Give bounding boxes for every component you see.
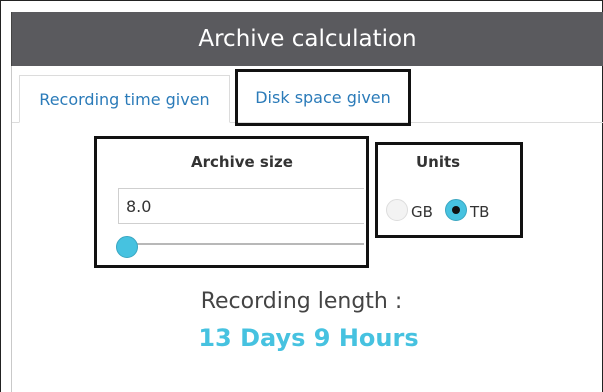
archive-size-slider-track[interactable] — [122, 243, 364, 245]
archive-size-input[interactable] — [118, 188, 364, 224]
recording-length-label: Recording length : — [200, 289, 403, 314]
unit-gb-label[interactable]: GB — [411, 203, 433, 221]
tab-disk-space-given[interactable]: Disk space given — [235, 69, 411, 126]
radio-selected-dot — [452, 206, 460, 214]
archive-size-slider-handle[interactable] — [116, 236, 138, 258]
window-title: Archive calculation — [11, 12, 603, 66]
tab-recording-time-given[interactable]: Recording time given — [19, 75, 230, 123]
unit-gb-radio[interactable] — [386, 199, 408, 221]
recording-length-value: 13 Days 9 Hours — [198, 324, 419, 352]
archive-size-label: Archive size — [191, 153, 293, 171]
unit-tb-radio[interactable] — [445, 199, 467, 221]
units-label: Units — [416, 153, 461, 171]
unit-tb-label[interactable]: TB — [470, 203, 489, 221]
